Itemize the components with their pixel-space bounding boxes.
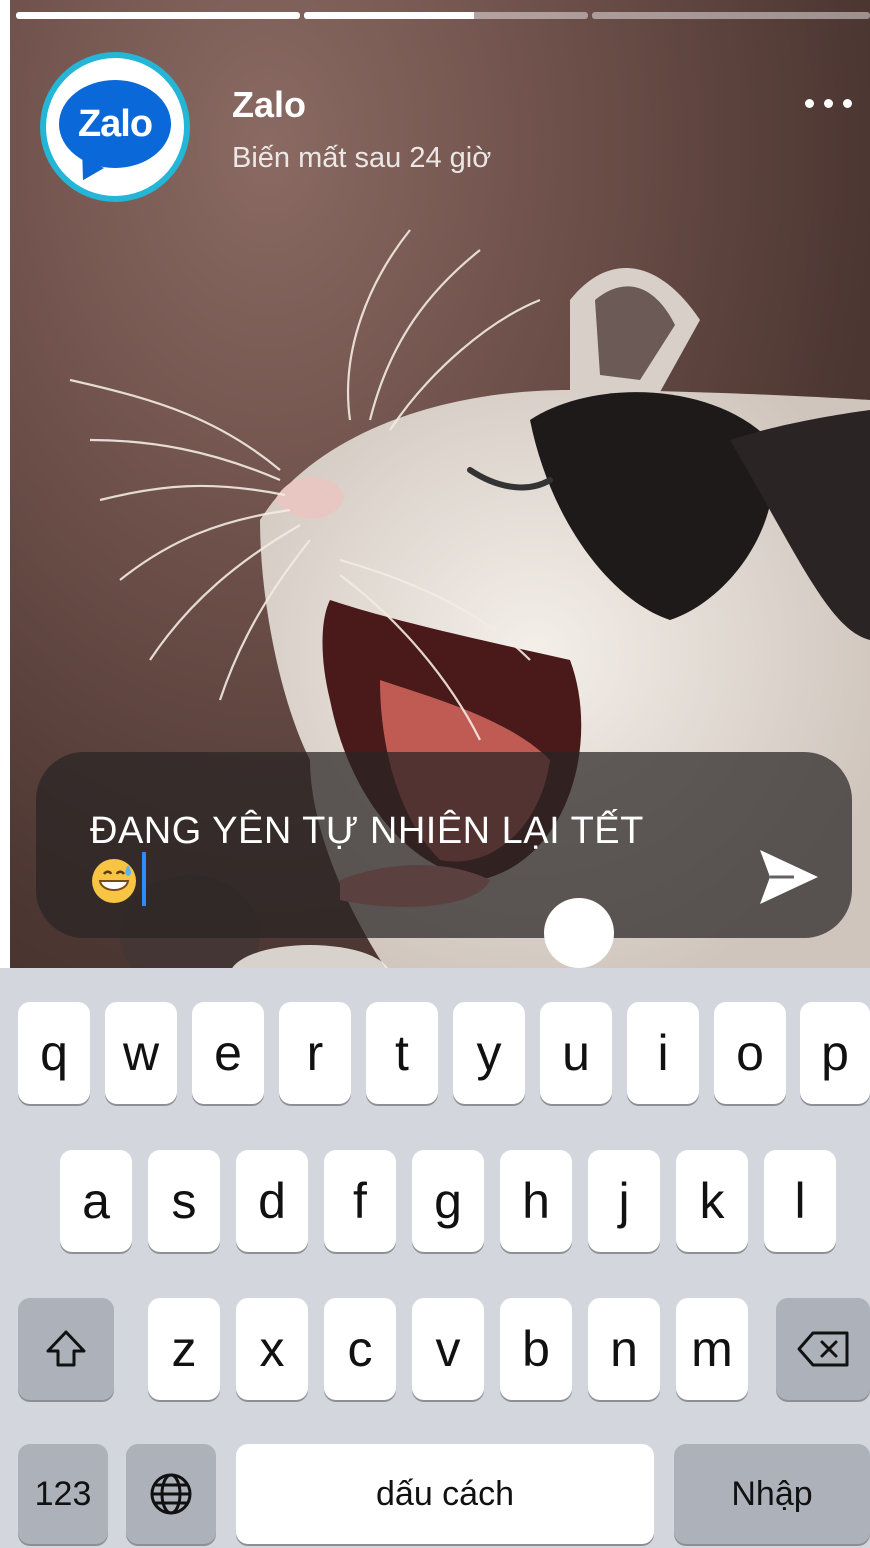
key-y[interactable]: y [453,1002,525,1104]
screen: Zalo Zalo Biến mất sau 24 giờ ĐANG YÊN T… [0,0,870,1548]
globe-key[interactable] [126,1444,216,1544]
key-i[interactable]: i [627,1002,699,1104]
story-progress-1 [16,12,300,19]
zalo-avatar[interactable]: Zalo [40,52,190,202]
story-progress-fill [304,12,475,19]
more-dots-icon[interactable] [792,88,852,118]
key-q[interactable]: q [18,1002,90,1104]
avatar-inner: Zalo [46,58,184,196]
key-u[interactable]: u [540,1002,612,1104]
key-f[interactable]: f [324,1150,396,1252]
dot [824,98,833,108]
key-g[interactable]: g [412,1150,484,1252]
grinning-sweat-face-icon [92,859,136,903]
story-progress-3 [592,12,870,19]
key-w[interactable]: w [105,1002,177,1104]
reply-text-input[interactable]: ĐANG YÊN TỰ NHIÊN LẠI TẾT [90,806,730,856]
shift-key[interactable] [18,1298,114,1400]
zalo-logo-icon: Zalo [59,80,171,168]
numbers-key[interactable]: 123 [18,1444,108,1544]
key-c[interactable]: c [324,1298,396,1400]
return-key-label: Nhập [731,1474,813,1513]
key-m[interactable]: m [676,1298,748,1400]
key-v[interactable]: v [412,1298,484,1400]
zalo-logo-text: Zalo [77,102,153,145]
key-a[interactable]: a [60,1150,132,1252]
globe-icon [150,1473,192,1515]
account-name[interactable]: Zalo [232,84,306,126]
delete-key[interactable] [776,1298,870,1400]
reply-input-bar[interactable]: ĐANG YÊN TỰ NHIÊN LẠI TẾT [36,752,852,938]
shift-icon [46,1330,86,1367]
key-h[interactable]: h [500,1150,572,1252]
space-key-label: dấu cách [376,1474,514,1513]
numbers-key-label: 123 [34,1474,92,1513]
space-key[interactable]: dấu cách [236,1444,654,1544]
key-d[interactable]: d [236,1150,308,1252]
dot [843,98,852,108]
key-p[interactable]: p [800,1002,870,1104]
key-e[interactable]: e [192,1002,264,1104]
send-icon[interactable] [754,842,824,912]
key-r[interactable]: r [279,1002,351,1104]
key-s[interactable]: s [148,1150,220,1252]
dot [805,98,814,108]
key-o[interactable]: o [714,1002,786,1104]
key-x[interactable]: x [236,1298,308,1400]
key-b[interactable]: b [500,1298,572,1400]
return-key[interactable]: Nhập [674,1444,870,1544]
key-n[interactable]: n [588,1298,660,1400]
story-progress-fill [16,12,300,19]
key-j[interactable]: j [588,1150,660,1252]
expiry-text: Biến mất sau 24 giờ [232,142,492,174]
drag-handle[interactable] [544,898,614,968]
key-t[interactable]: t [366,1002,438,1104]
keyboard: q w e r t y u i o p a s d f g h j k l z … [0,968,870,1548]
story-progress-2 [304,12,588,19]
backspace-icon [797,1331,849,1367]
key-k[interactable]: k [676,1150,748,1252]
text-cursor [142,852,146,906]
key-l[interactable]: l [764,1150,836,1252]
key-z[interactable]: z [148,1298,220,1400]
